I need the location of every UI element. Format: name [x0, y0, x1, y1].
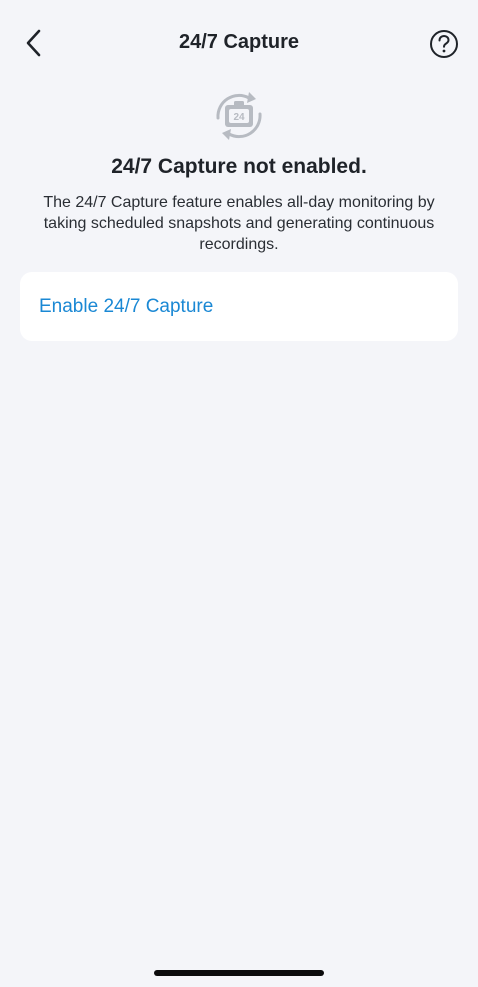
help-button[interactable] — [429, 29, 459, 59]
enable-capture-button[interactable]: Enable 24/7 Capture — [20, 272, 458, 341]
navigation-bar: 24/7 Capture — [0, 0, 478, 88]
status-description: The 24/7 Capture feature enables all-day… — [43, 194, 435, 253]
svg-text:24: 24 — [233, 112, 245, 123]
home-indicator — [154, 970, 324, 976]
status-heading: 24/7 Capture not enabled. — [111, 155, 367, 178]
capture-camera-icon: 24 — [208, 88, 270, 144]
question-circle-icon — [430, 30, 458, 58]
page-title: 24/7 Capture — [178, 31, 300, 53]
enable-capture-label: Enable 24/7 Capture — [39, 295, 214, 317]
